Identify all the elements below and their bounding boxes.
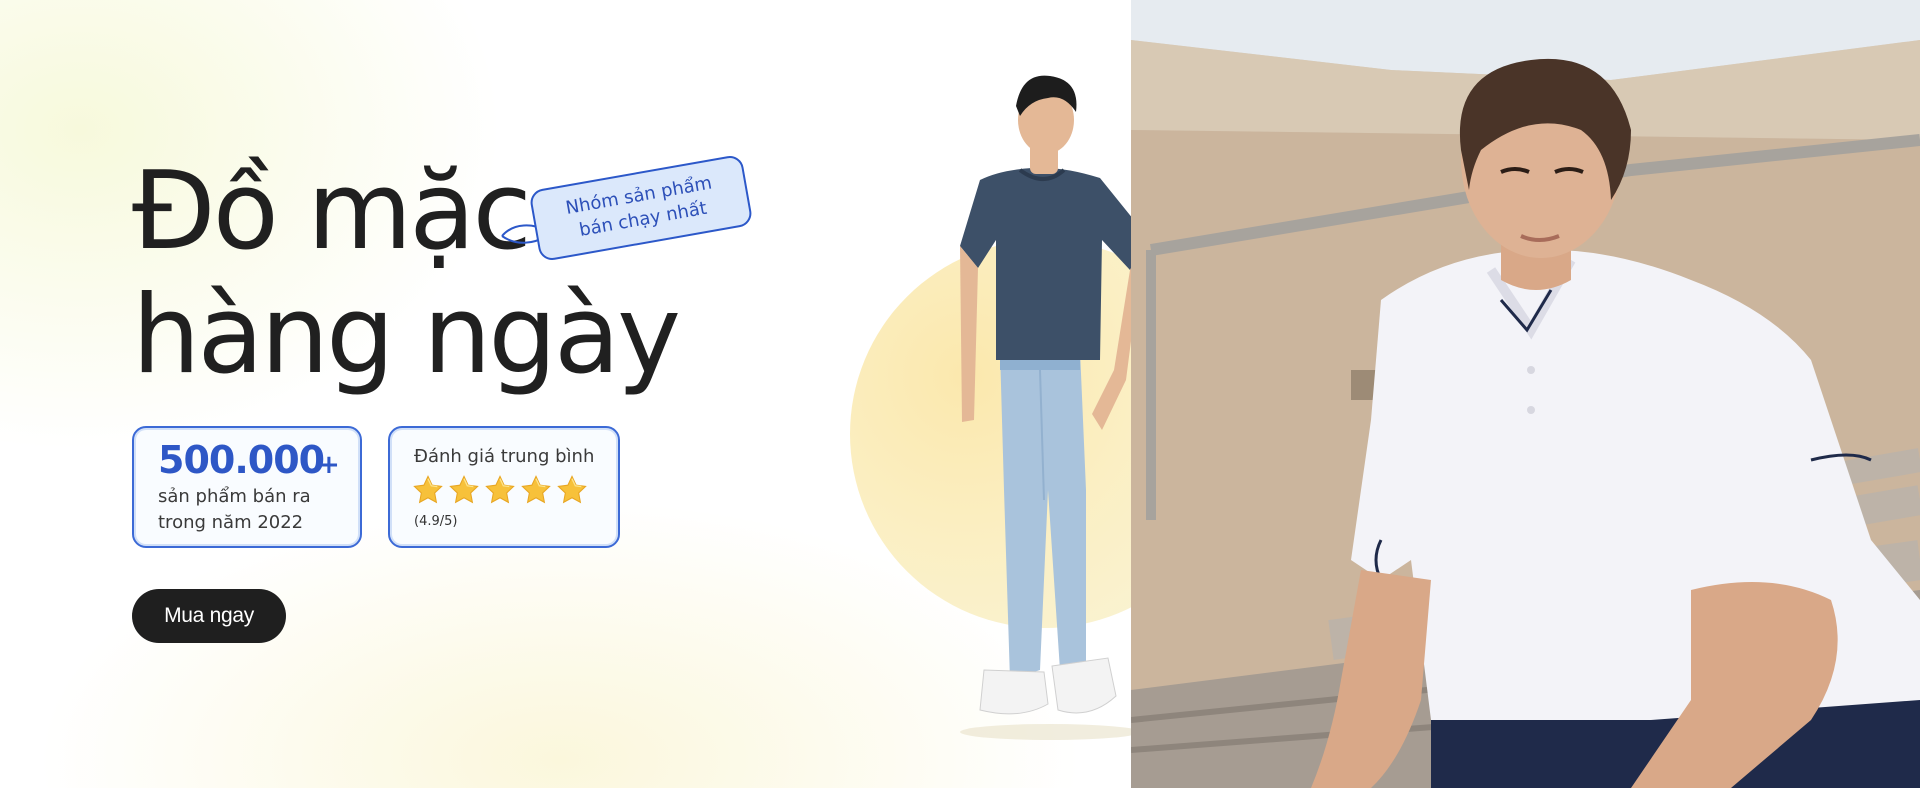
headline-line-2: hàng ngày (132, 273, 681, 398)
shop-now-button[interactable]: Mua ngay (132, 589, 286, 643)
sales-stat-card: 500.000 + sản phẩm bán ra trong năm 2022 (132, 426, 362, 548)
rating-score: (4.9/5) (414, 514, 458, 529)
star-icon (521, 475, 551, 504)
star-icon (485, 475, 515, 504)
hero-banner: Đồ mặc hàng ngày Nhóm sản phẩm bán chạy … (0, 0, 1920, 788)
standing-model-image (960, 75, 1150, 740)
rating-stat-card: Đánh giá trung bình (4.9/5) (388, 426, 620, 548)
lifestyle-photo (1131, 0, 1920, 788)
star-icon (449, 475, 479, 504)
sales-caption: sản phẩm bán ra trong năm 2022 (158, 484, 358, 536)
star-icon (413, 475, 443, 504)
sales-caption-line-1: sản phẩm bán ra (158, 486, 311, 507)
sales-number: 500.000 (158, 438, 325, 482)
sales-caption-line-2: trong năm 2022 (158, 512, 304, 533)
sales-plus: + (318, 450, 340, 480)
rating-title: Đánh giá trung bình (414, 446, 595, 467)
star-icon (557, 475, 587, 504)
rating-stars (412, 474, 588, 506)
